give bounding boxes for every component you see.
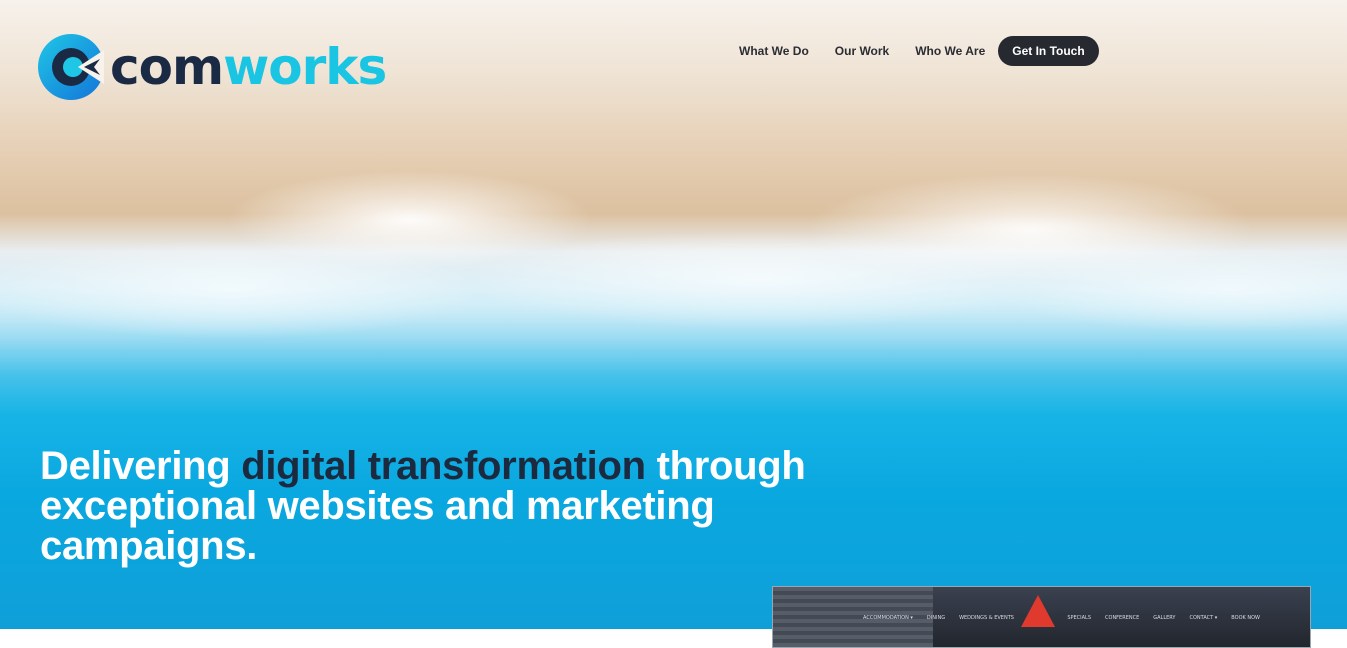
preview-menu-item: GALLERY — [1153, 615, 1176, 621]
nav-our-work[interactable]: Our Work — [822, 44, 902, 58]
site-logo[interactable]: comworks — [38, 34, 387, 100]
preview-logo-icon — [1021, 595, 1055, 627]
logo-text-works: works — [223, 38, 387, 96]
logo-wordmark: comworks — [110, 42, 387, 92]
preview-menu: ACCOMMODATION ▾ DINING WEDDINGS & EVENTS… — [863, 615, 1260, 621]
site-header: comworks What We Do Our Work Who We Are … — [0, 0, 1347, 110]
preview-menu-item: SPECIALS — [1067, 615, 1092, 621]
portfolio-preview-card[interactable]: ACCOMMODATION ▾ DINING WEDDINGS & EVENTS… — [772, 586, 1311, 648]
preview-menu-item: BOOK NOW — [1231, 615, 1260, 621]
preview-menu-item: WEDDINGS & EVENTS — [959, 615, 1014, 621]
headline-before: Delivering — [40, 444, 242, 488]
hero-headline: Delivering digital transformation throug… — [40, 446, 820, 566]
preview-menu-item: CONFERENCE — [1105, 615, 1140, 621]
get-in-touch-button[interactable]: Get In Touch — [998, 36, 1099, 66]
nav-what-we-do[interactable]: What We Do — [726, 44, 822, 58]
preview-menu-item: DINING — [926, 615, 946, 621]
preview-menu-item: CONTACT ▾ — [1189, 615, 1218, 621]
headline-accent: digital transformation — [241, 444, 646, 488]
main-nav: What We Do Our Work Who We Are Get In To… — [726, 36, 1099, 66]
logo-mark-icon — [38, 34, 104, 100]
preview-menu-item: ACCOMMODATION ▾ — [863, 615, 913, 621]
logo-text-com: com — [110, 38, 224, 96]
nav-who-we-are[interactable]: Who We Are — [902, 44, 998, 58]
wave-foam-lower — [0, 255, 1347, 375]
